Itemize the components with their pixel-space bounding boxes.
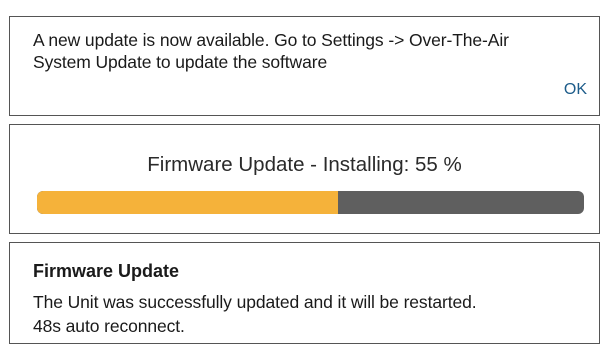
success-line-1: The Unit was successfully updated and it… [33, 292, 477, 312]
update-success-panel: Firmware Update The Unit was successfull… [9, 242, 600, 344]
message-line-1: A new update is now available. Go to Set… [33, 30, 509, 50]
progress-bar-fill [37, 191, 338, 214]
success-message: The Unit was successfully updated and it… [33, 290, 593, 338]
update-available-message: A new update is now available. Go to Set… [33, 29, 593, 73]
firmware-progress-panel: Firmware Update - Installing: 55 % [9, 124, 600, 234]
install-status-text: Firmware Update - Installing: 55 % [147, 153, 462, 176]
progress-bar-track [37, 191, 584, 214]
message-line-2: System Update to update the software [33, 52, 328, 72]
reconnect-countdown: 48s auto reconnect. [33, 316, 185, 336]
success-title: Firmware Update [33, 261, 180, 281]
ok-button[interactable]: OK [564, 81, 587, 99]
update-available-dialog: A new update is now available. Go to Set… [9, 16, 600, 116]
